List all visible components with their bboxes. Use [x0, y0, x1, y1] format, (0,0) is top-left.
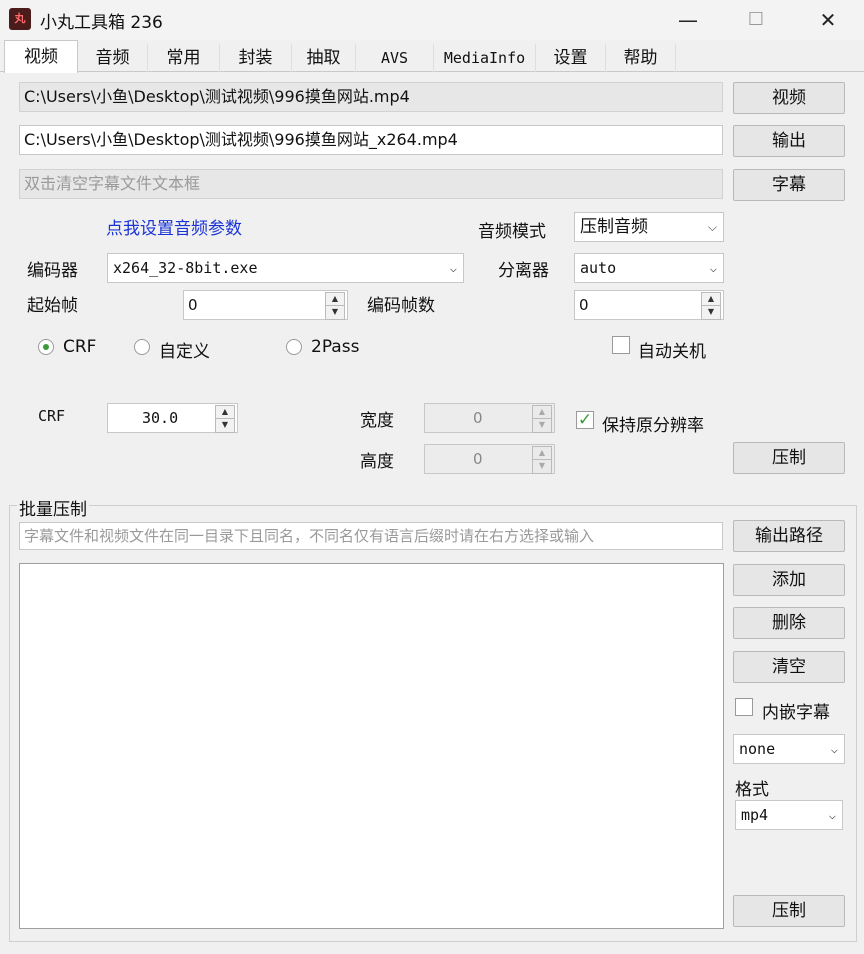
custom-mode-label: 自定义 [159, 342, 210, 362]
demuxer-value: auto [580, 259, 617, 277]
window-title: 小丸工具箱 236 [40, 13, 163, 33]
chevron-down-icon: ⌵ [830, 742, 838, 756]
encoder-select[interactable]: x264_32-8bit.exe ⌵ [107, 253, 464, 283]
batch-encode-button[interactable]: 压制 [733, 895, 845, 927]
close-button[interactable]: ✕ [796, 0, 860, 40]
select-subtitle-button[interactable]: 字幕 [733, 169, 845, 201]
input-video-path-field[interactable]: C:\Users\小鱼\Desktop\测试视频\996摸鱼网站.mp4 [19, 82, 723, 112]
tab-help[interactable]: 帮助 [606, 44, 676, 72]
start-frame-label: 起始帧 [27, 296, 78, 316]
audio-settings-link[interactable]: 点我设置音频参数 [106, 214, 242, 239]
format-value: mp4 [741, 806, 769, 824]
demuxer-select[interactable]: auto ⌵ [574, 253, 724, 283]
format-select[interactable]: mp4 ⌵ [735, 800, 843, 830]
format-label: 格式 [735, 780, 769, 800]
crf-value: 30.0 [142, 409, 179, 427]
crf-mode-radio[interactable] [38, 339, 54, 355]
batch-add-button[interactable]: 添加 [733, 564, 845, 596]
tab-settings[interactable]: 设置 [536, 44, 606, 72]
start-frame-spinbox[interactable]: 0 ▲ ▼ [183, 290, 348, 320]
chevron-down-icon: ⌵ [828, 808, 836, 822]
audio-mode-value: 压制音频 [580, 217, 648, 237]
tab-extract[interactable]: 抽取 [292, 44, 356, 72]
batch-output-path-button[interactable]: 输出路径 [733, 520, 845, 552]
spin-down-icon[interactable]: ▼ [532, 459, 552, 474]
audio-mode-select[interactable]: 压制音频 ⌵ [574, 212, 724, 242]
audio-mode-label: 音频模式 [478, 222, 546, 242]
select-video-button[interactable]: 视频 [733, 82, 845, 114]
spin-down-icon[interactable]: ▼ [215, 418, 235, 433]
batch-clear-button[interactable]: 清空 [733, 651, 845, 683]
batch-delete-button[interactable]: 删除 [733, 607, 845, 639]
width-spinbox[interactable]: 0 ▲ ▼ [424, 403, 555, 433]
spin-down-icon[interactable]: ▼ [532, 418, 552, 433]
width-value: 0 [473, 409, 483, 427]
tab-mediainfo[interactable]: MediaInfo [434, 44, 536, 72]
encoder-value: x264_32-8bit.exe [113, 259, 258, 277]
tab-video[interactable]: 视频 [4, 40, 78, 73]
spin-down-icon[interactable]: ▼ [325, 305, 345, 320]
chevron-down-icon: ⌵ [449, 261, 457, 275]
output-path-field[interactable]: C:\Users\小鱼\Desktop\测试视频\996摸鱼网站_x264.mp… [19, 125, 723, 155]
subtitle-lang-select[interactable]: none ⌵ [733, 734, 845, 764]
height-value: 0 [473, 450, 483, 468]
encode-frames-label: 编码帧数 [367, 296, 435, 316]
crf-mode-label: CRF [63, 337, 97, 357]
batch-suffix-field[interactable]: 字幕文件和视频文件在同一目录下且同名，不同名仅有语言后缀时请在右方选择或输入 [19, 522, 723, 550]
batch-file-list[interactable] [19, 563, 724, 929]
twopass-mode-label: 2Pass [311, 337, 360, 357]
auto-shutdown-checkbox[interactable] [612, 336, 630, 354]
encoder-label: 编码器 [27, 261, 78, 281]
spin-down-icon[interactable]: ▼ [701, 305, 721, 320]
encode-frames-value: 0 [579, 296, 589, 314]
tab-common[interactable]: 常用 [148, 44, 220, 72]
height-label: 高度 [360, 452, 394, 472]
keep-resolution-checkbox[interactable]: ✓ [576, 411, 594, 429]
subtitle-path-field[interactable]: 双击清空字幕文件文本框 [19, 169, 723, 199]
demuxer-label: 分离器 [498, 261, 549, 281]
embed-subtitle-label: 内嵌字幕 [762, 703, 830, 723]
custom-mode-radio[interactable] [134, 339, 150, 355]
batch-group-title: 批量压制 [17, 495, 89, 520]
keep-resolution-label: 保持原分辨率 [602, 416, 704, 436]
encode-frames-spinbox[interactable]: 0 ▲ ▼ [574, 290, 724, 320]
app-icon: 丸 [9, 8, 31, 30]
tab-audio[interactable]: 音频 [78, 44, 148, 72]
crf-label: CRF [38, 407, 66, 425]
encode-button[interactable]: 压制 [733, 442, 845, 474]
height-spinbox[interactable]: 0 ▲ ▼ [424, 444, 555, 474]
tab-mux[interactable]: 封装 [220, 44, 292, 72]
width-label: 宽度 [360, 411, 394, 431]
subtitle-lang-value: none [739, 740, 776, 758]
minimize-button[interactable]: — [656, 0, 720, 40]
select-output-button[interactable]: 输出 [733, 125, 845, 157]
chevron-down-icon: ⌵ [709, 261, 717, 275]
chevron-down-icon: ⌵ [707, 220, 717, 234]
start-frame-value: 0 [188, 296, 198, 314]
twopass-mode-radio[interactable] [286, 339, 302, 355]
embed-subtitle-checkbox[interactable] [735, 698, 753, 716]
auto-shutdown-label: 自动关机 [638, 342, 706, 362]
maximize-button[interactable]: ☐ [724, 0, 788, 40]
tab-avs[interactable]: AVS [356, 44, 434, 72]
crf-spinbox[interactable]: 30.0 ▲ ▼ [107, 403, 238, 433]
